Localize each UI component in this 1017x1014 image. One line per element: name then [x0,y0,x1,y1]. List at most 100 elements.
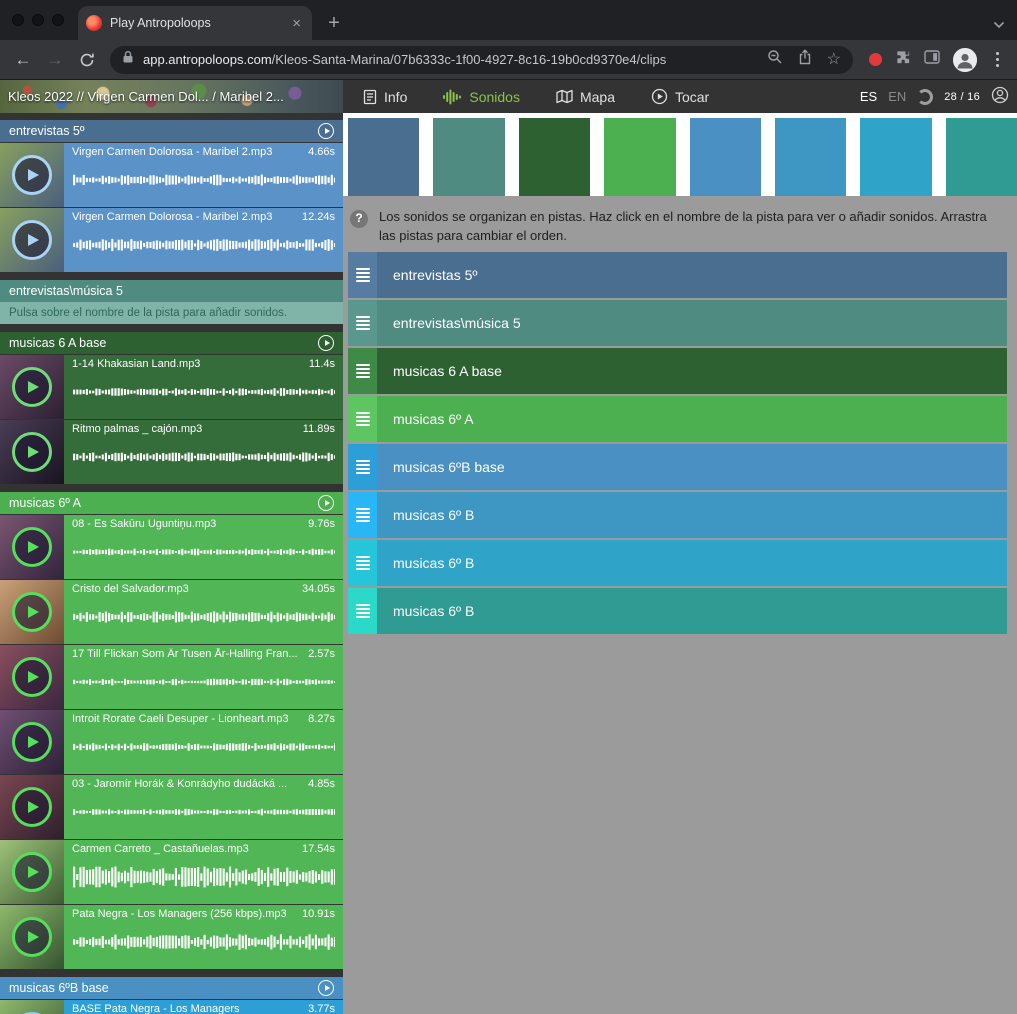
tab-tocar[interactable]: Tocar [651,88,709,105]
sidebar-track-header[interactable]: musicas 6 A base [0,332,343,354]
track-drag-handle[interactable] [348,300,377,346]
track-drag-handle[interactable] [348,444,377,490]
sidebar-track-header[interactable]: musicas 6ºB base [0,977,343,999]
forward-icon[interactable]: → [40,45,70,75]
clip-waveform[interactable] [72,920,335,964]
clip-play-button[interactable] [12,917,52,957]
sidebar-track-header[interactable]: entrevistas\música 5 [0,280,343,302]
track-drag-handle[interactable] [348,588,377,634]
lang-en-button[interactable]: EN [888,89,906,104]
track-row[interactable]: entrevistas 5º [348,252,1007,298]
clip-row[interactable]: Ritmo palmas _ cajón.mp311.89s [0,420,343,484]
track-row[interactable]: musicas 6º B [348,540,1007,586]
track-row[interactable]: musicas 6 A base [348,348,1007,394]
close-window-button[interactable] [12,14,24,26]
zoom-window-button[interactable] [52,14,64,26]
lang-es-button[interactable]: ES [860,89,877,104]
clip-row[interactable]: Pata Negra - Los Managers (256 kbps).mp3… [0,905,343,969]
track-drag-handle[interactable] [348,396,377,442]
clip-row[interactable]: Virgen Carmen Dolorosa - Maribel 2.mp312… [0,208,343,272]
track-drag-handle[interactable] [348,252,377,298]
browser-menu-kebab-icon[interactable] [990,50,1005,69]
clip-waveform[interactable] [72,660,335,704]
track-row-body[interactable]: musicas 6º B [377,492,1007,538]
track-drag-handle[interactable] [348,348,377,394]
clip-thumbnail[interactable] [0,710,64,774]
track-row-body[interactable]: musicas 6ºB base [377,444,1007,490]
side-panel-icon[interactable] [924,50,940,69]
clip-waveform[interactable] [72,158,335,202]
clip-thumbnail[interactable] [0,1000,64,1014]
clip-thumbnail[interactable] [0,355,64,419]
clip-waveform[interactable] [72,370,335,414]
track-play-button[interactable] [318,335,334,351]
tab-close-icon[interactable]: × [289,15,304,32]
sidebar-track-header[interactable]: musicas 6º A [0,492,343,514]
clip-play-button[interactable] [12,787,52,827]
clip-waveform[interactable] [72,855,335,899]
track-row[interactable]: musicas 6ºB base [348,444,1007,490]
track-color-swatch[interactable] [433,118,504,196]
track-color-swatch[interactable] [519,118,590,196]
address-bar[interactable]: app.antropoloops.com/Kleos-Santa-Marina/… [110,46,853,74]
tab-info[interactable]: Info [363,89,407,105]
zoom-icon[interactable] [767,49,783,70]
breadcrumb[interactable]: Kleos 2022 // Virgen Carmen Dol... / Mar… [0,80,343,113]
clip-play-button[interactable] [12,527,52,567]
track-color-swatch[interactable] [775,118,846,196]
clip-play-button[interactable] [12,155,52,195]
bookmark-star-icon[interactable]: ☆ [827,52,841,68]
clip-waveform[interactable] [72,223,335,267]
track-row-body[interactable]: entrevistas 5º [377,252,1007,298]
clip-waveform[interactable] [72,790,335,834]
track-row-body[interactable]: musicas 6º A [377,396,1007,442]
clip-thumbnail[interactable] [0,905,64,969]
clip-play-button[interactable] [12,432,52,472]
clip-play-button[interactable] [12,657,52,697]
clip-thumbnail[interactable] [0,420,64,484]
lock-icon[interactable] [122,50,134,69]
account-icon[interactable] [991,86,1009,107]
tab-search-chevron-icon[interactable] [993,16,1005,34]
new-tab-button[interactable]: + [320,9,348,37]
sidebar-track-header[interactable]: entrevistas 5º [0,120,343,142]
track-drag-handle[interactable] [348,540,377,586]
clip-play-button[interactable] [12,220,52,260]
track-play-button[interactable] [318,123,334,139]
track-row[interactable]: musicas 6º B [348,588,1007,634]
track-drag-handle[interactable] [348,492,377,538]
track-row[interactable]: musicas 6º A [348,396,1007,442]
clip-row[interactable]: BASE Pata Negra - Los Managers3.77s [0,1000,343,1014]
clip-row[interactable]: 17 Till Flickan Som Är Tusen År-Halling … [0,645,343,709]
clip-row[interactable]: 1-14 Khakasian Land.mp311.4s [0,355,343,419]
clip-play-button[interactable] [12,722,52,762]
clip-row[interactable]: Carmen Carreto _ Castañuelas.mp317.54s [0,840,343,904]
clip-row[interactable]: 08 - Es Sakūru Uguntiņu.mp39.76s [0,515,343,579]
clip-thumbnail[interactable] [0,580,64,644]
track-color-swatch[interactable] [348,118,419,196]
clip-waveform[interactable] [72,530,335,574]
clip-thumbnail[interactable] [0,143,64,207]
clip-thumbnail[interactable] [0,775,64,839]
clip-thumbnail[interactable] [0,208,64,272]
recording-extension-icon[interactable] [869,53,882,66]
profile-avatar[interactable] [953,48,977,72]
track-color-swatch[interactable] [946,118,1017,196]
clip-play-button[interactable] [12,367,52,407]
track-row[interactable]: entrevistas\música 5 [348,300,1007,346]
clip-waveform[interactable] [72,435,335,479]
minimize-window-button[interactable] [32,14,44,26]
clip-thumbnail[interactable] [0,645,64,709]
clip-row[interactable]: Virgen Carmen Dolorosa - Maribel 2.mp34.… [0,143,343,207]
clip-row[interactable]: Cristo del Salvador.mp334.05s [0,580,343,644]
track-play-button[interactable] [318,495,334,511]
track-color-swatch[interactable] [604,118,675,196]
reload-icon[interactable] [72,45,102,75]
clip-thumbnail[interactable] [0,840,64,904]
clip-play-button[interactable] [12,852,52,892]
clip-thumbnail[interactable] [0,515,64,579]
tab-sonidos[interactable]: Sonidos [443,89,520,105]
browser-tab[interactable]: Play Antropoloops × [78,6,312,40]
back-icon[interactable]: ← [8,45,38,75]
track-row-body[interactable]: musicas 6º B [377,540,1007,586]
